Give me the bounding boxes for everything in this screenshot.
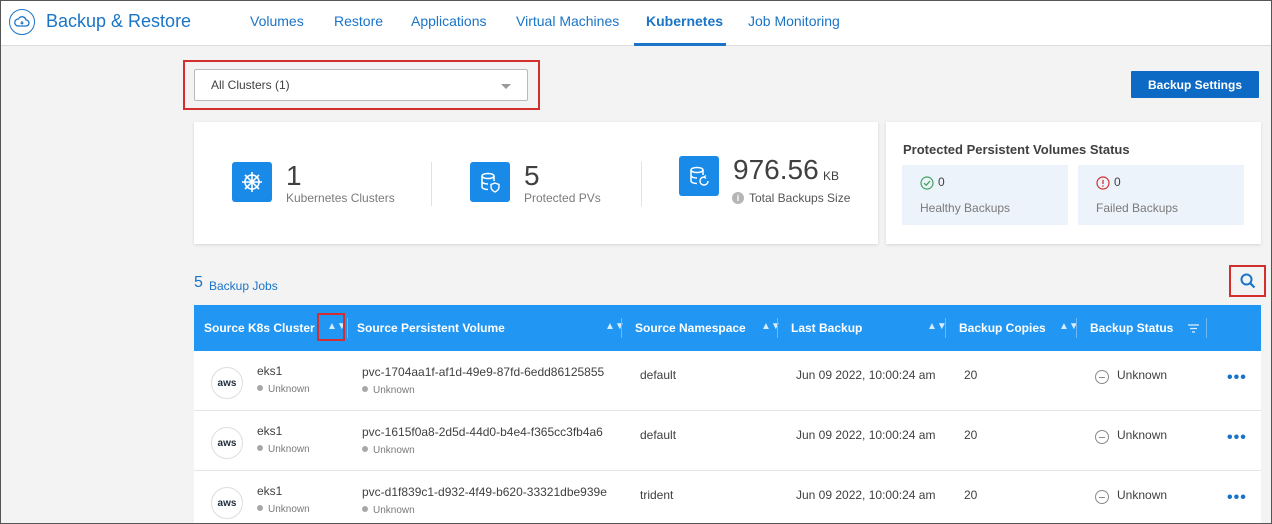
backup-status: Unknown — [1117, 428, 1168, 442]
column-divider — [1206, 318, 1207, 338]
protected-pvs-label: Protected PVs — [524, 191, 601, 205]
more-icon[interactable]: ••• — [1227, 489, 1247, 507]
minus-circle-icon — [1095, 430, 1109, 444]
volume-name: pvc-1615f0a8-2d5d-44d0-b4e4-f365cc3fb4a6 — [362, 425, 603, 439]
top-bar: Backup & Restore Volumes Restore Applica… — [0, 0, 1272, 46]
left-panel — [0, 47, 165, 524]
column-header-volume[interactable]: Source Persistent Volume — [357, 321, 505, 335]
failed-backups-count: 0 — [1114, 175, 1121, 189]
status-dot — [362, 446, 368, 452]
kubernetes-wheel-icon — [232, 162, 272, 202]
backup-status: Unknown — [1117, 368, 1168, 382]
cluster-name: eks1 — [257, 364, 283, 378]
volume-name: pvc-1704aa1f-af1d-49e9-87fd-6edd86125855 — [362, 365, 605, 379]
tab-kubernetes[interactable]: Kubernetes — [646, 13, 723, 29]
backup-copies: 20 — [964, 368, 978, 382]
failed-backups-label: Failed Backups — [1096, 201, 1179, 215]
cluster-select[interactable]: All Clusters (1) — [194, 69, 528, 101]
total-backups-size-unit: KB — [823, 169, 840, 183]
namespace: default — [640, 428, 677, 442]
minus-circle-icon — [1095, 490, 1109, 504]
backup-status: Unknown — [1117, 488, 1168, 502]
backup-jobs-count: 5 — [194, 274, 203, 291]
chevron-down-icon — [501, 84, 511, 89]
backup-jobs-label: Backup Jobs — [209, 279, 278, 293]
column-divider — [621, 318, 622, 338]
cluster-name: eks1 — [257, 484, 283, 498]
namespace: default — [640, 368, 677, 382]
volume-name: pvc-d1f839c1-d932-4f49-b620-33321dbe939e — [362, 485, 607, 499]
status-dot — [362, 506, 368, 512]
cluster-state: Unknown — [257, 504, 310, 515]
column-divider — [945, 318, 946, 338]
stat-divider — [641, 162, 642, 206]
minus-circle-icon — [1095, 370, 1109, 384]
aws-logo: aws — [211, 487, 243, 519]
tab-volumes[interactable]: Volumes — [250, 13, 304, 29]
aws-logo: aws — [211, 367, 243, 399]
tab-virtual-machines[interactable]: Virtual Machines — [516, 13, 619, 29]
check-circle-icon — [920, 176, 934, 190]
column-divider — [347, 318, 348, 338]
total-backups-size-label: Total Backups Size — [749, 191, 851, 205]
stat-divider — [431, 162, 432, 206]
aws-logo: aws — [211, 427, 243, 459]
cluster-state: Unknown — [257, 444, 310, 455]
search-icon — [1240, 273, 1255, 289]
clusters-label: Kubernetes Clusters — [286, 191, 395, 205]
table-row[interactable]: aws eks1 Unknown pvc-d1f839c1-d932-4f49-… — [194, 471, 1261, 524]
tab-job-monitoring[interactable]: Job Monitoring — [748, 13, 840, 29]
status-dot — [257, 505, 263, 511]
status-dot — [257, 385, 263, 391]
pv-status-title: Protected Persistent Volumes Status — [903, 142, 1130, 157]
filter-icon[interactable] — [1188, 324, 1199, 333]
column-header-last-backup[interactable]: Last Backup — [791, 321, 862, 335]
column-header-cluster[interactable]: Source K8s Cluster — [204, 321, 315, 335]
search-button[interactable] — [1229, 265, 1266, 297]
column-divider — [777, 318, 778, 338]
cluster-select-value: All Clusters (1) — [211, 78, 290, 92]
more-icon[interactable]: ••• — [1227, 369, 1247, 387]
volume-state: Unknown — [362, 385, 415, 396]
healthy-backups-label: Healthy Backups — [920, 201, 1011, 215]
backup-copies: 20 — [964, 428, 978, 442]
status-dot — [362, 386, 368, 392]
sort-icon[interactable]: ▲▼ — [927, 321, 947, 332]
tab-applications[interactable]: Applications — [411, 13, 487, 29]
protected-pvs-count: 5 — [524, 160, 540, 191]
cluster-name: eks1 — [257, 424, 283, 438]
last-backup: Jun 09 2022, 10:00:24 am — [796, 488, 936, 502]
app-title: Backup & Restore — [46, 11, 192, 31]
cloud-restore-icon — [9, 9, 35, 35]
volume-state: Unknown — [362, 505, 415, 516]
healthy-backups-box: 0 Healthy Backups — [902, 165, 1068, 225]
healthy-backups-count: 0 — [938, 175, 945, 189]
tab-restore[interactable]: Restore — [334, 13, 383, 29]
backup-settings-button[interactable]: Backup Settings — [1131, 71, 1259, 98]
database-shield-icon — [470, 162, 510, 202]
column-header-backup-copies[interactable]: Backup Copies — [959, 321, 1046, 335]
volume-state: Unknown — [362, 445, 415, 456]
database-restore-icon — [679, 156, 719, 196]
column-divider — [1076, 318, 1077, 338]
column-header-namespace[interactable]: Source Namespace — [635, 321, 746, 335]
last-backup: Jun 09 2022, 10:00:24 am — [796, 368, 936, 382]
total-backups-size-value: 976.56 — [733, 154, 819, 185]
table-row[interactable]: aws eks1 Unknown pvc-1615f0a8-2d5d-44d0-… — [194, 411, 1261, 471]
table-row[interactable]: aws eks1 Unknown pvc-1704aa1f-af1d-49e9-… — [194, 351, 1261, 411]
table-header: Source K8s Cluster ▲▼ Source Persistent … — [194, 305, 1261, 351]
failed-backups-box: 0 Failed Backups — [1078, 165, 1244, 225]
cluster-state: Unknown — [257, 384, 310, 395]
more-icon[interactable]: ••• — [1227, 429, 1247, 447]
column-header-backup-status[interactable]: Backup Status — [1090, 321, 1173, 335]
last-backup: Jun 09 2022, 10:00:24 am — [796, 428, 936, 442]
clusters-count: 1 — [286, 160, 302, 191]
error-circle-icon — [1096, 176, 1110, 190]
highlight-box-sort — [317, 313, 345, 341]
info-icon[interactable]: i — [732, 192, 744, 204]
namespace: trident — [640, 488, 674, 502]
active-tab-indicator — [634, 43, 726, 46]
status-dot — [257, 445, 263, 451]
backup-copies: 20 — [964, 488, 978, 502]
